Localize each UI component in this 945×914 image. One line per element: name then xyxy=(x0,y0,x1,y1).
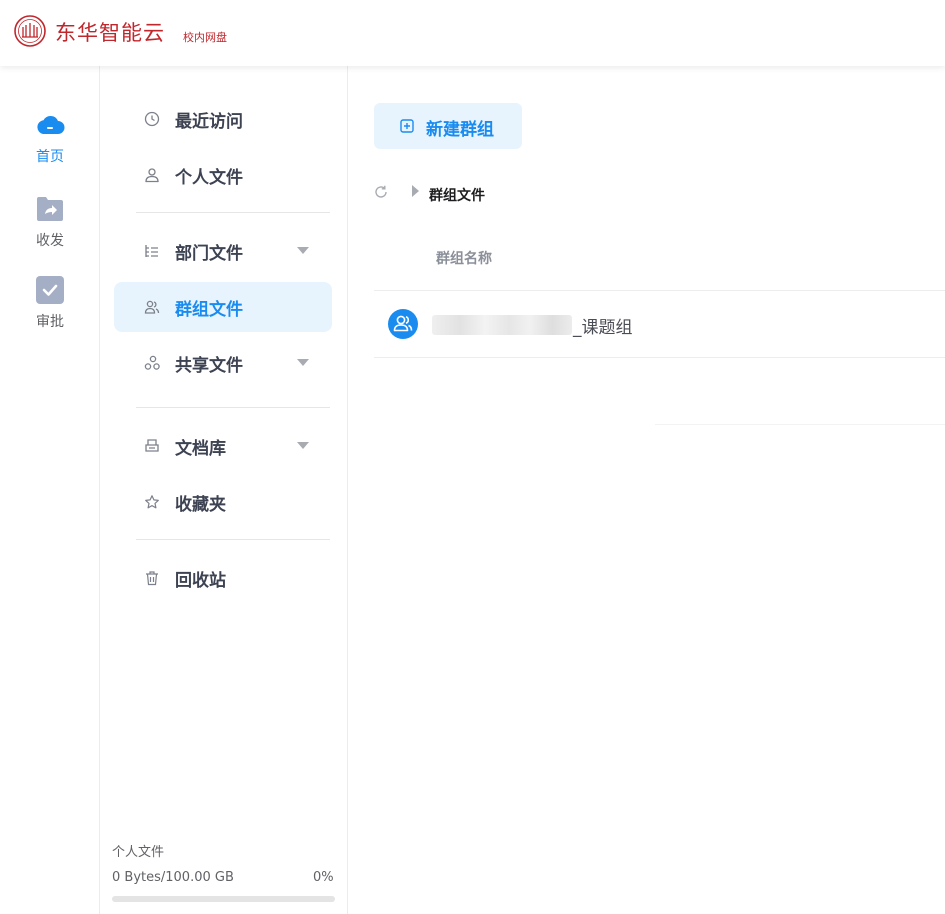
nav-label-personal: 个人文件 xyxy=(175,168,243,188)
quota-percent-text: 0% xyxy=(313,870,334,885)
app-title: 东华智能云 xyxy=(55,21,165,45)
org-tree-icon xyxy=(145,245,158,257)
nav-item-group[interactable]: 群组文件 xyxy=(114,282,332,332)
app-header: 东华智能云 校内网盘 xyxy=(0,0,945,66)
nav-label-favorites: 收藏夹 xyxy=(175,495,226,515)
main-content: 新建群组 群组文件 群组名称 _课题组 xyxy=(349,66,945,914)
rail-item-transfer[interactable]: 收发 xyxy=(0,194,100,250)
caret-right-icon[interactable] xyxy=(412,185,419,197)
nav-item-favorites[interactable]: 收藏夹 xyxy=(114,477,332,527)
printer-icon xyxy=(145,439,159,452)
nav-item-department[interactable]: 部门文件 xyxy=(114,226,332,276)
nav-label-library: 文档库 xyxy=(175,439,226,459)
app-subtitle: 校内网盘 xyxy=(183,31,227,44)
plus-square-icon xyxy=(400,119,414,133)
chevron-down-icon[interactable] xyxy=(297,442,309,449)
chevron-down-icon[interactable] xyxy=(297,359,309,366)
breadcrumb-current[interactable]: 群组文件 xyxy=(429,185,485,205)
nav-label-department: 部门文件 xyxy=(175,244,243,264)
clock-icon xyxy=(144,111,160,127)
checkbox-icon xyxy=(36,276,64,304)
rail-label-home: 首页 xyxy=(36,149,64,165)
folder-share-icon xyxy=(37,197,63,221)
redacted-text xyxy=(432,315,572,335)
group-icon xyxy=(144,300,160,314)
trash-icon xyxy=(146,571,158,586)
group-avatar-icon xyxy=(388,309,418,339)
nav-label-recent: 最近访问 xyxy=(175,112,243,132)
nav-divider xyxy=(136,539,330,540)
nav-item-shared[interactable]: 共享文件 xyxy=(114,338,332,388)
table-divider xyxy=(655,424,945,425)
nav-label-recycle: 回收站 xyxy=(175,571,226,591)
quota-label: 个人文件 xyxy=(112,845,165,860)
chevron-down-icon[interactable] xyxy=(297,247,309,254)
icon-rail: 首页 收发 审批 xyxy=(0,66,100,914)
column-header-group-name[interactable]: 群组名称 xyxy=(436,248,492,268)
nav-divider xyxy=(136,407,330,408)
cloud-icon xyxy=(37,115,65,134)
nav-label-group: 群组文件 xyxy=(175,300,243,320)
nav-item-library[interactable]: 文档库 xyxy=(114,421,332,471)
table-row[interactable]: _课题组 xyxy=(374,291,945,357)
nav-label-shared: 共享文件 xyxy=(175,356,243,376)
quota-used-text: 0 Bytes/100.00 GB xyxy=(112,870,234,885)
nav-item-personal[interactable]: 个人文件 xyxy=(114,150,332,200)
table-divider xyxy=(374,357,945,358)
nav-item-recent[interactable]: 最近访问 xyxy=(114,94,332,144)
nav-sidebar: 最近访问 个人文件 部门文件 群组文件 共享文件 文档库 收藏夹 回收站 个人文… xyxy=(101,66,348,914)
refresh-icon[interactable] xyxy=(374,185,388,199)
quota-progress-bar xyxy=(112,896,335,902)
university-seal-icon xyxy=(14,15,46,47)
nav-item-recycle[interactable]: 回收站 xyxy=(114,553,332,603)
rail-label-transfer: 收发 xyxy=(36,233,64,249)
user-icon xyxy=(145,168,159,183)
new-group-button[interactable]: 新建群组 xyxy=(374,103,522,149)
rail-item-home[interactable]: 首页 xyxy=(0,110,100,166)
rail-item-approval[interactable]: 审批 xyxy=(0,275,100,331)
rail-label-approval: 审批 xyxy=(36,314,64,330)
share-nodes-icon xyxy=(144,355,160,370)
nav-divider xyxy=(136,212,330,213)
new-group-label: 新建群组 xyxy=(426,120,494,140)
star-icon xyxy=(145,495,159,509)
group-name-text: _课题组 xyxy=(573,318,633,338)
